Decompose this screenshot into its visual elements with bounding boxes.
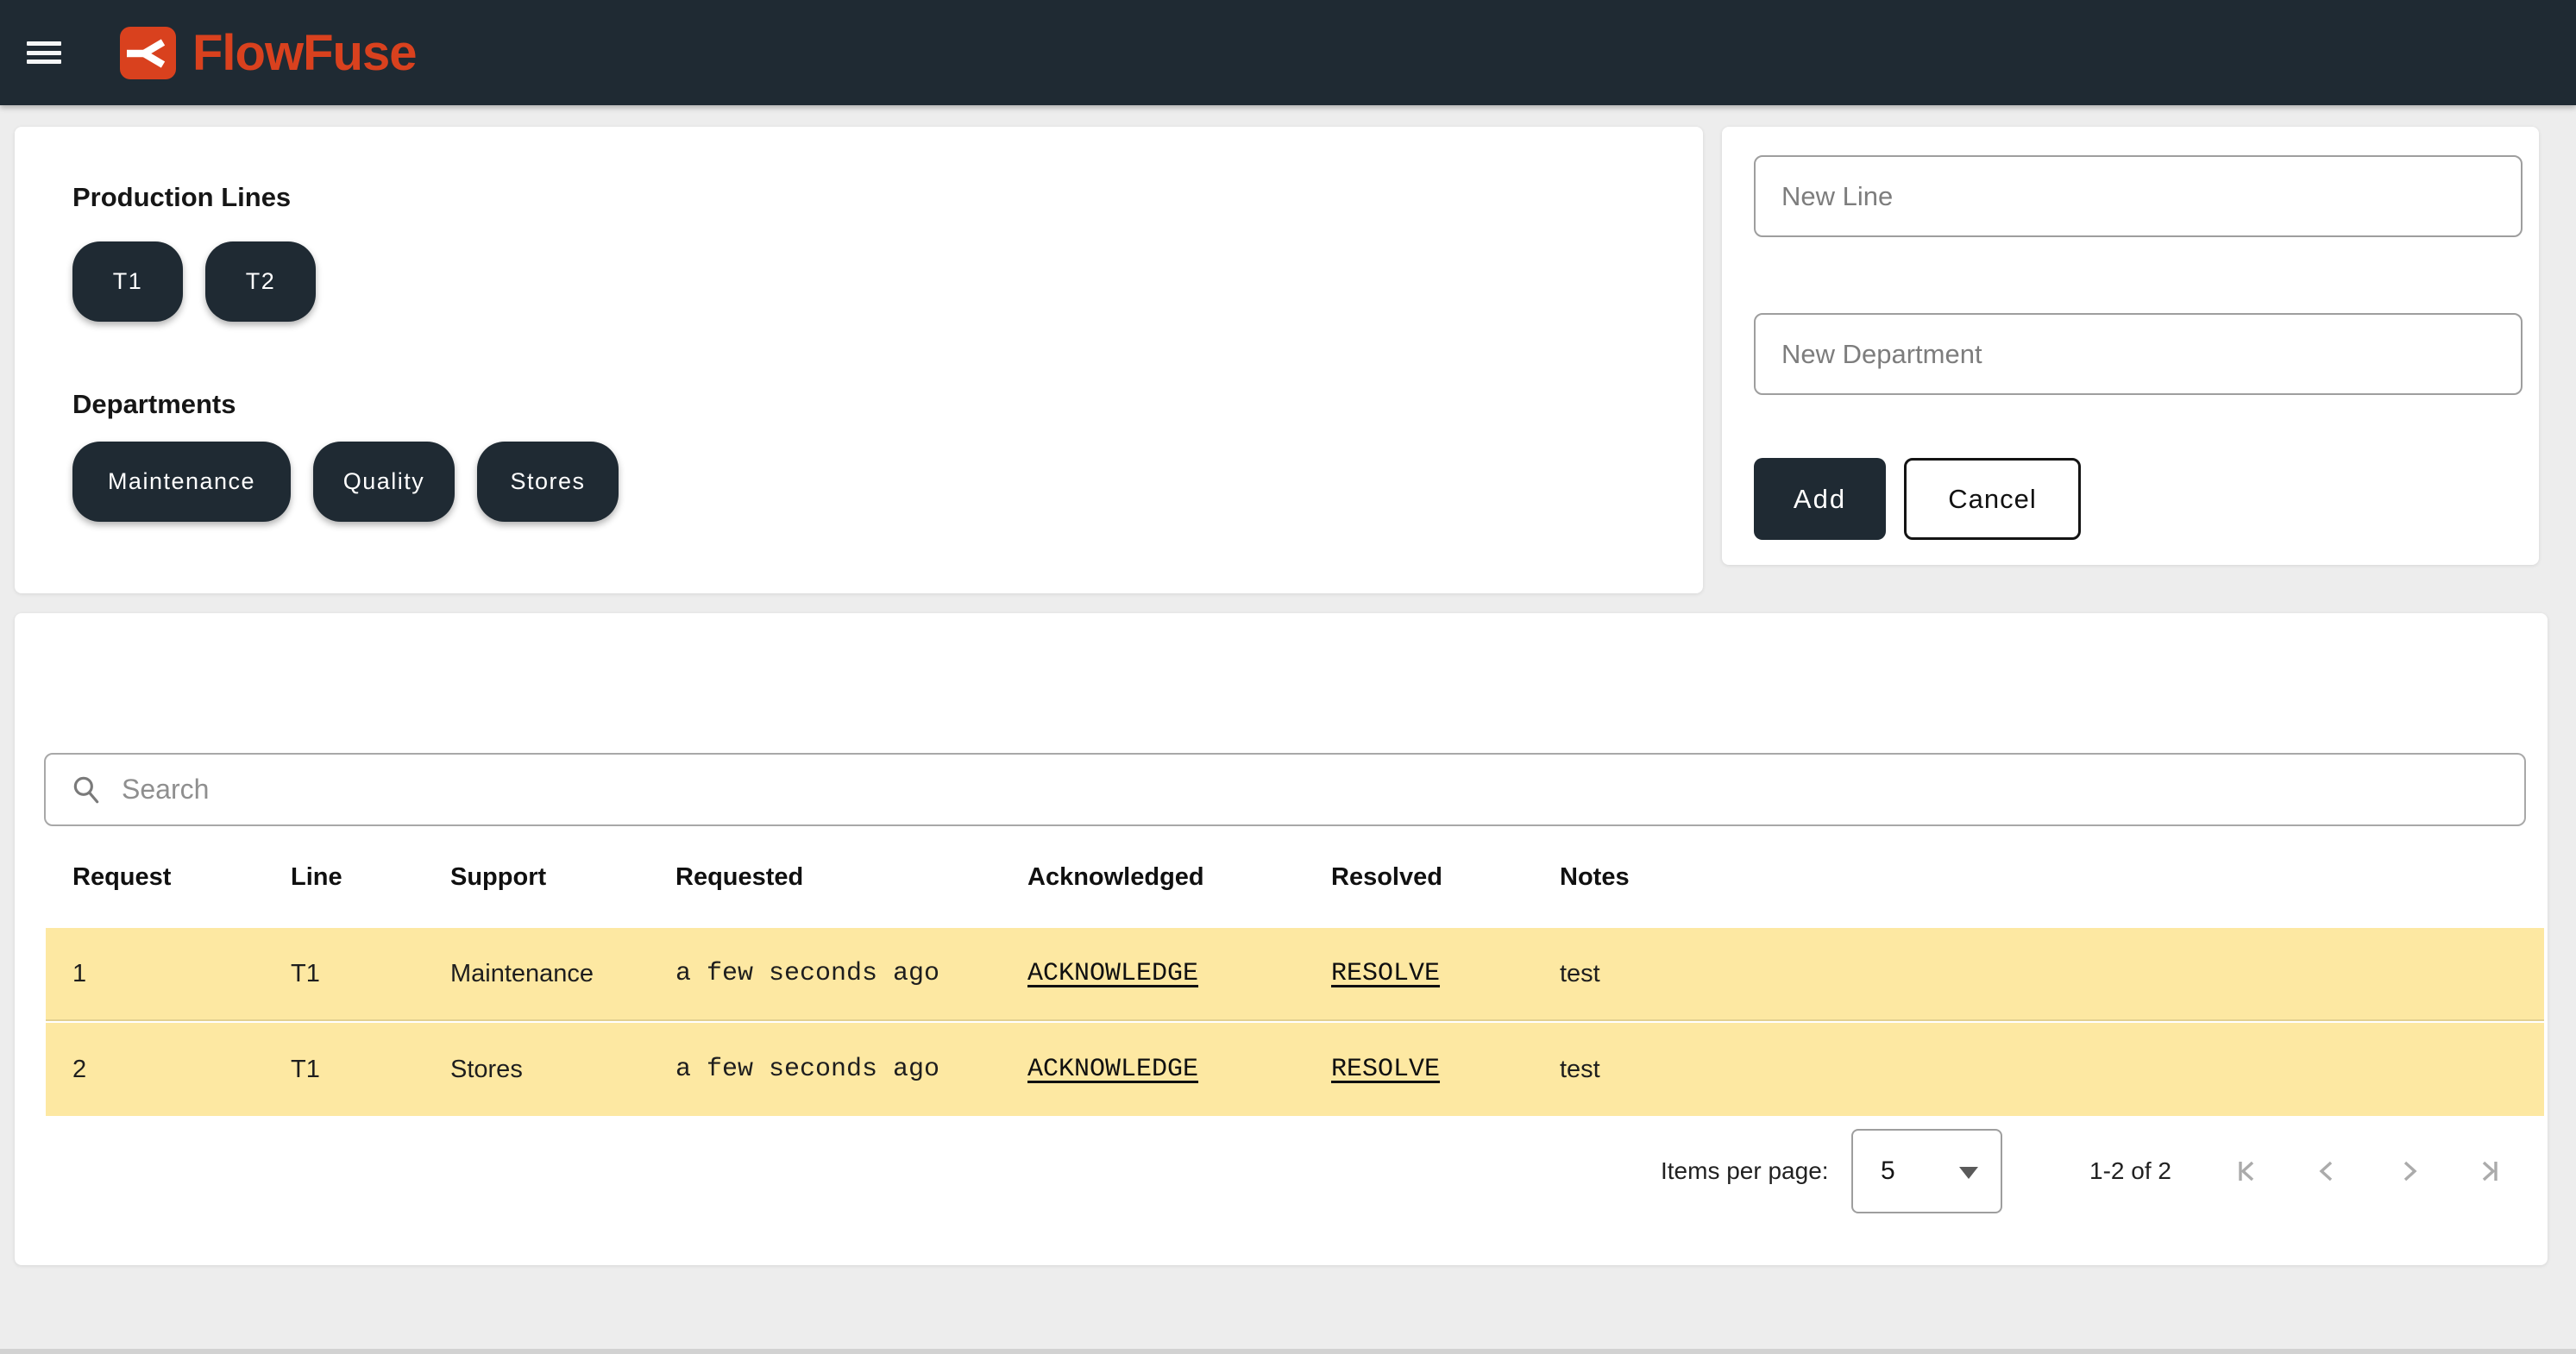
menu-icon[interactable] xyxy=(27,41,61,64)
pagination-range: 1-2 of 2 xyxy=(2089,1129,2171,1213)
new-department-input[interactable] xyxy=(1754,313,2523,395)
col-request: Request xyxy=(72,863,291,892)
cell-requested: a few seconds ago xyxy=(675,1055,1027,1084)
menu-bar xyxy=(27,51,61,55)
page-bottom-divider xyxy=(0,1349,2576,1354)
cancel-button[interactable]: Cancel xyxy=(1904,458,2081,540)
cell-line: T1 xyxy=(291,960,450,988)
acknowledge-link[interactable]: ACKNOWLEDGE xyxy=(1027,959,1198,988)
app-bar: FlowFuse xyxy=(0,0,2576,105)
acknowledge-link[interactable]: ACKNOWLEDGE xyxy=(1027,1055,1198,1084)
brand-title: FlowFuse xyxy=(192,24,416,82)
resolve-link[interactable]: RESOLVE xyxy=(1331,959,1440,988)
department-pill-quality[interactable]: Quality xyxy=(313,442,455,522)
add-form-card: Add Cancel xyxy=(1722,127,2539,565)
col-requested: Requested xyxy=(675,863,1027,892)
table-row: 1 T1 Maintenance a few seconds ago ACKNO… xyxy=(46,928,2544,1021)
col-support: Support xyxy=(450,863,675,892)
items-per-page-value: 5 xyxy=(1881,1131,1895,1212)
cell-notes: test xyxy=(1560,1056,2544,1084)
cell-notes: test xyxy=(1560,960,2544,988)
last-page-icon[interactable] xyxy=(2473,1155,2506,1188)
cell-line: T1 xyxy=(291,1056,450,1084)
cell-request: 2 xyxy=(72,1056,291,1084)
line-pill-t2[interactable]: T2 xyxy=(205,241,316,322)
department-pill-stores[interactable]: Stores xyxy=(477,442,619,522)
dropdown-arrow-icon xyxy=(1959,1167,1978,1179)
search-input[interactable] xyxy=(44,753,2526,826)
menu-bar xyxy=(27,60,61,64)
prev-page-icon[interactable] xyxy=(2311,1155,2344,1188)
flowfuse-logo: FlowFuse xyxy=(120,24,416,82)
department-pill-maintenance[interactable]: Maintenance xyxy=(72,442,291,522)
form-actions: Add Cancel xyxy=(1754,458,2539,540)
col-notes: Notes xyxy=(1560,863,2544,892)
col-line: Line xyxy=(291,863,450,892)
table-header-row: Request Line Support Requested Acknowled… xyxy=(46,826,2544,928)
production-lines-row: T1 T2 xyxy=(72,241,1703,322)
first-page-icon[interactable] xyxy=(2230,1155,2263,1188)
next-page-icon[interactable] xyxy=(2392,1155,2425,1188)
table-row: 2 T1 Stores a few seconds ago ACKNOWLEDG… xyxy=(46,1023,2544,1116)
items-per-page-select[interactable]: 5 xyxy=(1851,1129,2002,1213)
line-pill-t1[interactable]: T1 xyxy=(72,241,183,322)
new-line-input[interactable] xyxy=(1754,155,2523,237)
pagination-controls xyxy=(2230,1129,2506,1213)
col-resolved: Resolved xyxy=(1331,863,1560,892)
search-field xyxy=(44,753,2526,826)
filters-card: Production Lines T1 T2 Departments Maint… xyxy=(15,127,1703,593)
items-per-page-label: Items per page: xyxy=(1661,1129,1829,1213)
dashboard-page: FlowFuse Production Lines T1 T2 Departme… xyxy=(0,0,2576,1354)
add-button[interactable]: Add xyxy=(1754,458,1886,540)
departments-row: Maintenance Quality Stores xyxy=(72,442,1703,522)
pagination-bar: Items per page: 5 1-2 of 2 xyxy=(15,1129,2548,1213)
resolve-link[interactable]: RESOLVE xyxy=(1331,1055,1440,1084)
cell-request: 1 xyxy=(72,960,291,988)
flowfuse-logo-icon xyxy=(120,27,176,79)
cell-support: Stores xyxy=(450,1056,675,1084)
production-lines-title: Production Lines xyxy=(72,181,1703,214)
menu-bar xyxy=(27,41,61,46)
cell-requested: a few seconds ago xyxy=(675,959,1027,988)
departments-title: Departments xyxy=(72,388,1703,421)
cell-support: Maintenance xyxy=(450,960,675,988)
requests-table-card: Request Line Support Requested Acknowled… xyxy=(15,613,2548,1265)
col-acknowledged: Acknowledged xyxy=(1027,863,1331,892)
